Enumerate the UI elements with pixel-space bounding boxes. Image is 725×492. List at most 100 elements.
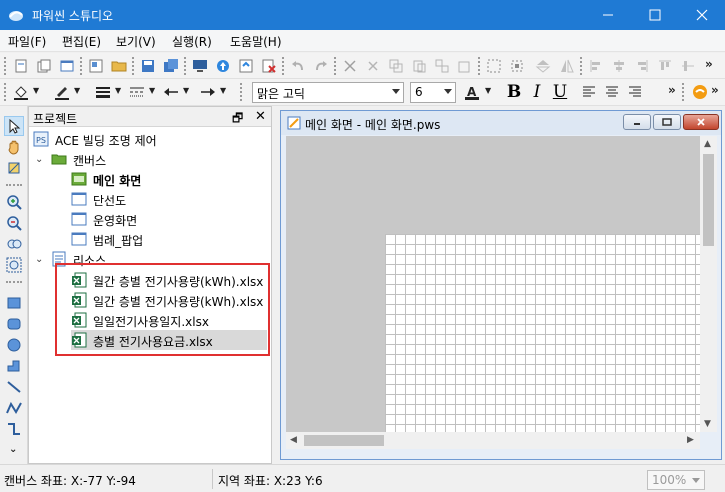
flip-vertical-button[interactable] [533,56,553,76]
delete-canvas-button[interactable] [259,56,279,76]
rounded-rectangle-tool[interactable] [4,314,24,334]
scroll-right-icon[interactable]: ▶ [687,435,694,445]
flip-horizontal-button[interactable] [557,56,577,76]
vertical-scrollbar[interactable]: ▲ ▼ [700,136,717,432]
import-button[interactable] [86,56,106,76]
font-name-select[interactable]: 맑은 고딕 [252,82,404,103]
menu-help[interactable]: 도움말(H) [226,33,286,50]
open-project-button[interactable] [34,56,54,76]
line-end-button[interactable] [198,82,218,102]
collapse-caret-icon[interactable]: ⌄ [35,154,43,165]
menu-run[interactable]: 실행(R) [168,33,216,50]
line-tool[interactable] [4,377,24,397]
font-color-dropdown-icon[interactable]: ▼ [485,86,491,95]
document-minimize-button[interactable] [623,114,651,130]
align-left-button[interactable] [586,56,606,76]
upload-button[interactable] [213,56,233,76]
undo-button[interactable] [288,56,308,76]
horizontal-scroll-thumb[interactable] [304,435,384,446]
scroll-left-icon[interactable]: ◀ [290,435,297,445]
underline-button[interactable]: U [550,82,570,102]
tree-item-root[interactable]: PS ACE 빌딩 조명 제어 [33,129,269,149]
tree-item-canvas[interactable]: 범례_팝업 [71,229,261,249]
tree-item-canvas-group[interactable]: 캔버스 [51,149,261,169]
bold-button[interactable]: B [504,82,524,102]
zoom-fit-tool[interactable] [4,234,24,254]
save-button[interactable] [138,56,158,76]
new-canvas-button[interactable] [57,56,77,76]
open-folder-button[interactable] [109,56,129,76]
toolbar-grip[interactable] [4,57,7,75]
dock-pin-icon[interactable]: 🗗 [232,109,243,130]
tree-item-canvas[interactable]: 단선도 [71,189,261,209]
close-panel-icon[interactable]: ✕ [255,109,266,124]
line-start-dropdown-icon[interactable]: ▼ [183,86,189,95]
font-size-select[interactable]: 6 [410,82,456,103]
align-right-button[interactable] [632,56,652,76]
cut-button[interactable] [340,56,360,76]
crop-tool[interactable] [4,158,24,178]
scroll-up-icon[interactable]: ▲ [704,139,711,149]
maximize-button[interactable] [632,0,678,30]
redo-button[interactable] [311,56,331,76]
text-align-left-button[interactable] [579,82,599,102]
toolstrip-more-icon[interactable]: ⌄ [9,444,17,455]
align-middle-button[interactable] [678,56,698,76]
fill-color-button[interactable] [11,82,31,102]
run-overflow-button[interactable]: » [711,83,719,97]
canvas-grid[interactable] [385,234,700,432]
format-toolbar-overflow-button[interactable]: » [668,83,676,97]
font-color-button[interactable]: A [462,82,482,102]
line-width-dropdown-icon[interactable]: ▼ [115,86,121,95]
ellipse-tool[interactable] [4,335,24,355]
save-all-button[interactable] [161,56,181,76]
connector-tool[interactable] [4,419,24,439]
menu-view[interactable]: 보기(V) [112,33,160,50]
zoom-in-tool[interactable] [4,192,24,212]
toolbar-overflow-button[interactable]: » [705,57,713,71]
publish-button[interactable] [236,56,256,76]
zoom-area-tool[interactable] [4,255,24,275]
line-end-dropdown-icon[interactable]: ▼ [220,86,226,95]
paste-button[interactable] [409,56,429,76]
text-align-right-button[interactable] [625,82,645,102]
fill-color-dropdown-icon[interactable]: ▼ [33,86,39,95]
copy-button[interactable] [386,56,406,76]
tree-item-canvas[interactable]: 운영화면 [71,209,261,229]
minimize-button[interactable] [585,0,631,30]
text-align-center-button[interactable] [602,82,622,102]
rectangle-tool[interactable] [4,293,24,313]
menu-edit[interactable]: 편집(E) [58,33,105,50]
scroll-down-icon[interactable]: ▼ [704,419,711,429]
line-style-button[interactable] [127,82,147,102]
align-center-button[interactable] [609,56,629,76]
line-color-button[interactable] [52,82,72,102]
group-button[interactable] [432,56,452,76]
pan-tool[interactable] [4,137,24,157]
select-group-button[interactable] [484,56,504,76]
horizontal-scrollbar[interactable]: ◀ ▶ [286,432,700,449]
vertical-scroll-thumb[interactable] [703,154,714,246]
monitor-button[interactable] [190,56,210,76]
align-top-button[interactable] [655,56,675,76]
menu-file[interactable]: 파일(F) [4,33,50,50]
ungroup-button[interactable] [455,56,475,76]
pointer-tool[interactable] [4,116,24,136]
polygon-tool[interactable] [4,356,24,376]
new-project-button[interactable] [11,56,31,76]
line-color-dropdown-icon[interactable]: ▼ [74,86,80,95]
polyline-tool[interactable] [4,398,24,418]
close-window-button[interactable] [679,0,725,30]
line-style-dropdown-icon[interactable]: ▼ [149,86,155,95]
italic-button[interactable]: I [527,82,547,102]
document-restore-button[interactable] [653,114,681,130]
line-width-button[interactable] [93,82,113,102]
zoom-select[interactable]: 100% [647,470,705,490]
document-close-button[interactable] [683,114,719,130]
delete-button[interactable] [363,56,383,76]
run-button[interactable] [690,82,710,102]
toolbar-grip[interactable] [4,83,7,101]
tree-item-canvas-main[interactable]: 메인 화면 [71,169,261,189]
drawing-canvas[interactable] [286,136,700,432]
zoom-out-tool[interactable] [4,213,24,233]
